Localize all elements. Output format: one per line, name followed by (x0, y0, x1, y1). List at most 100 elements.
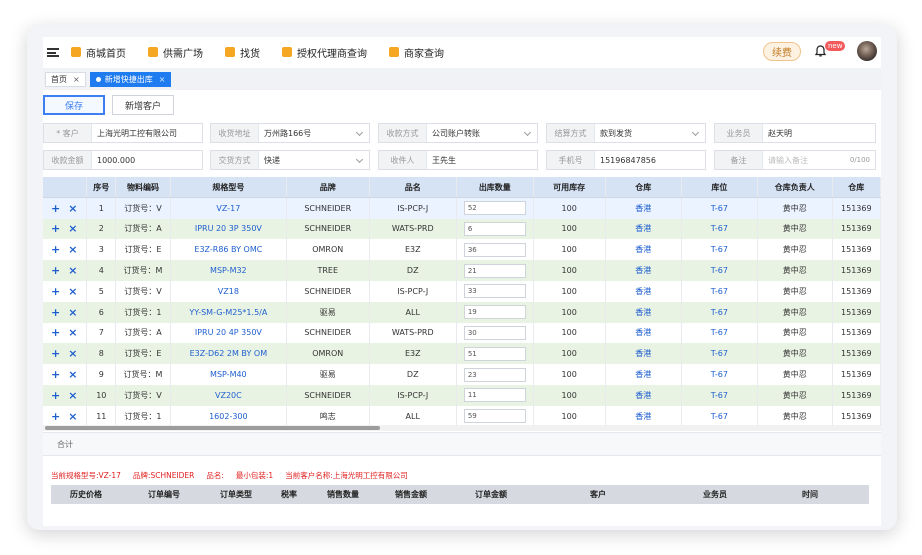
nav-item-merchant-query[interactable]: 商家查询 (389, 45, 444, 60)
remark-field[interactable]: 备注 请输入备注 0/100 (714, 150, 876, 170)
close-icon[interactable]: × (73, 75, 80, 84)
cell-wh[interactable]: 香港 (605, 260, 682, 281)
cell-spec[interactable]: E3Z-R86 BY OMC (170, 239, 287, 261)
recipient-field[interactable]: 收件人 王先生 (378, 150, 538, 170)
cell-loc[interactable]: T-67 (681, 343, 758, 365)
delivery-method-select[interactable]: 交货方式 快递 (210, 150, 370, 170)
delete-row-icon[interactable]: × (68, 368, 77, 381)
menu-icon[interactable] (47, 47, 59, 57)
field-value[interactable]: 上海光明工控有限公司 (92, 124, 202, 142)
field-value[interactable]: 万州路166号 (259, 124, 369, 142)
quantity-input[interactable]: 59 (463, 409, 526, 424)
column-header[interactable]: 物料编码 (115, 177, 171, 199)
quantity-input[interactable]: 36 (463, 242, 526, 257)
delete-row-icon[interactable]: × (68, 389, 77, 402)
quantity-input[interactable]: 51 (463, 346, 526, 361)
cell-spec[interactable]: VZ18 (170, 280, 287, 302)
table-row[interactable]: + × 11 订货号：1 1602-300 鸣志 ALL 59 100 香港 T-67 黄中忍 1513… (43, 405, 881, 427)
add-row-icon[interactable]: + (51, 326, 60, 339)
phone-field[interactable]: 手机号 15196847856 (546, 150, 706, 170)
cell-wh[interactable]: 香港 (605, 384, 682, 406)
add-row-icon[interactable]: + (51, 368, 60, 381)
cell-loc[interactable]: T-67 (681, 301, 758, 323)
quantity-input[interactable]: 21 (463, 263, 526, 278)
field-value[interactable]: 公司账户转账 (427, 124, 537, 142)
cell-wh[interactable]: 香港 (605, 364, 682, 385)
column-header[interactable]: 序号 (86, 177, 117, 199)
column-header[interactable]: 出库数量 (456, 177, 534, 199)
field-value[interactable]: 快递 (259, 151, 369, 169)
cell-wh[interactable]: 香港 (605, 343, 682, 365)
add-row-icon[interactable]: + (51, 410, 60, 423)
quantity-input[interactable]: 33 (463, 284, 526, 299)
delete-row-icon[interactable]: × (68, 202, 77, 215)
quantity-input[interactable]: 52 (463, 201, 526, 216)
scrollbar-thumb[interactable] (45, 426, 380, 430)
add-row-icon[interactable]: + (51, 222, 60, 235)
save-button[interactable]: 保存 (43, 95, 105, 115)
delete-row-icon[interactable]: × (68, 306, 77, 319)
cell-spec[interactable]: IPRU 20 3P 350V (170, 218, 287, 240)
cell-wh[interactable]: 香港 (605, 197, 682, 219)
table-row[interactable]: + × 7 订货号：A IPRU 20 4P 350V SCHNEIDER WATS-PRD… (43, 322, 881, 344)
nav-item-find-goods[interactable]: 找货 (225, 45, 260, 60)
customer-field[interactable]: * 客户 上海光明工控有限公司 (43, 123, 203, 143)
avatar[interactable] (857, 41, 877, 61)
cell-spec[interactable]: MSP-M40 (170, 364, 287, 385)
add-row-icon[interactable]: + (51, 285, 60, 298)
cell-loc[interactable]: T-67 (681, 197, 758, 219)
table-row[interactable]: + × 9 订货号：M MSP-M40 驱易 DZ 23 100 香港 T-67 黄中忍 151369 (43, 364, 881, 385)
settlement-method-select[interactable]: 结算方式 款到发货 (546, 123, 706, 143)
delete-row-icon[interactable]: × (68, 222, 77, 235)
cell-loc[interactable]: T-67 (681, 280, 758, 302)
renew-button[interactable]: 续费 (763, 42, 801, 61)
field-value[interactable]: 款到发货 (595, 124, 705, 142)
cell-spec[interactable]: VZ20C (170, 384, 287, 406)
nav-item-mall-home[interactable]: 商城首页 (71, 45, 126, 60)
horizontal-scrollbar[interactable] (43, 425, 881, 431)
cell-spec[interactable]: E3Z-D62 2M BY OM (170, 343, 287, 365)
delete-row-icon[interactable]: × (68, 264, 77, 277)
column-header[interactable]: 仓库负责人 (757, 177, 833, 199)
cell-wh[interactable]: 香港 (605, 322, 682, 344)
delete-row-icon[interactable]: × (68, 243, 77, 256)
tab-new-quick-outbound[interactable]: 新增快捷出库 × (89, 71, 172, 87)
salesperson-field[interactable]: 业务员 赵天明 (714, 123, 876, 143)
add-row-icon[interactable]: + (51, 202, 60, 215)
table-row[interactable]: + × 10 订货号：V VZ20C SCHNEIDER IS-PCP-J 11 100 香港 T-… (43, 384, 881, 406)
cell-spec[interactable]: MSP-M32 (170, 260, 287, 281)
amount-field[interactable]: 收款金额 1000.000 (43, 150, 203, 170)
cell-spec[interactable]: IPRU 20 4P 350V (170, 322, 287, 344)
column-header[interactable]: 仓库 (832, 177, 881, 199)
cell-wh[interactable]: 香港 (605, 280, 682, 302)
field-value[interactable]: 15196847856 (595, 151, 705, 169)
remark-input[interactable]: 请输入备注 0/100 (763, 151, 875, 169)
table-row[interactable]: + × 8 订货号：E E3Z-D62 2M BY OM OMRON E3Z 51 100 香港 T… (43, 343, 881, 365)
delete-row-icon[interactable]: × (68, 326, 77, 339)
table-row[interactable]: + × 1 订货号：V VZ-17 SCHNEIDER IS-PCP-J 52 100 香港 T-6… (43, 197, 881, 219)
delete-row-icon[interactable]: × (68, 347, 77, 360)
column-header[interactable] (43, 177, 88, 199)
field-value[interactable]: 1000.000 (92, 151, 202, 169)
cell-loc[interactable]: T-67 (681, 218, 758, 240)
cell-spec[interactable]: YY-SM-G-M25*1.5/A (170, 301, 287, 323)
add-row-icon[interactable]: + (51, 243, 60, 256)
quantity-input[interactable]: 30 (463, 325, 526, 340)
payment-method-select[interactable]: 收款方式 公司账户转账 (378, 123, 538, 143)
cell-spec[interactable]: VZ-17 (170, 197, 287, 219)
column-header[interactable]: 仓库 (605, 177, 682, 199)
column-header[interactable]: 品牌 (286, 177, 370, 199)
cell-wh[interactable]: 香港 (605, 405, 682, 427)
table-row[interactable]: + × 2 订货号：A IPRU 20 3P 350V SCHNEIDER WATS-PRD… (43, 218, 881, 240)
tab-home[interactable]: 首页 × (45, 71, 86, 87)
cell-wh[interactable]: 香港 (605, 218, 682, 240)
cell-loc[interactable]: T-67 (681, 384, 758, 406)
column-header[interactable]: 规格型号 (170, 177, 287, 199)
quantity-input[interactable]: 23 (463, 367, 526, 382)
add-row-icon[interactable]: + (51, 347, 60, 360)
table-row[interactable]: + × 4 订货号：M MSP-M32 TREE DZ 21 100 香港 T-67 黄中忍 15136… (43, 260, 881, 281)
add-customer-button[interactable]: 新增客户 (112, 95, 174, 115)
column-header[interactable]: 品名 (369, 177, 457, 199)
cell-wh[interactable]: 香港 (605, 239, 682, 261)
cell-loc[interactable]: T-67 (681, 405, 758, 427)
